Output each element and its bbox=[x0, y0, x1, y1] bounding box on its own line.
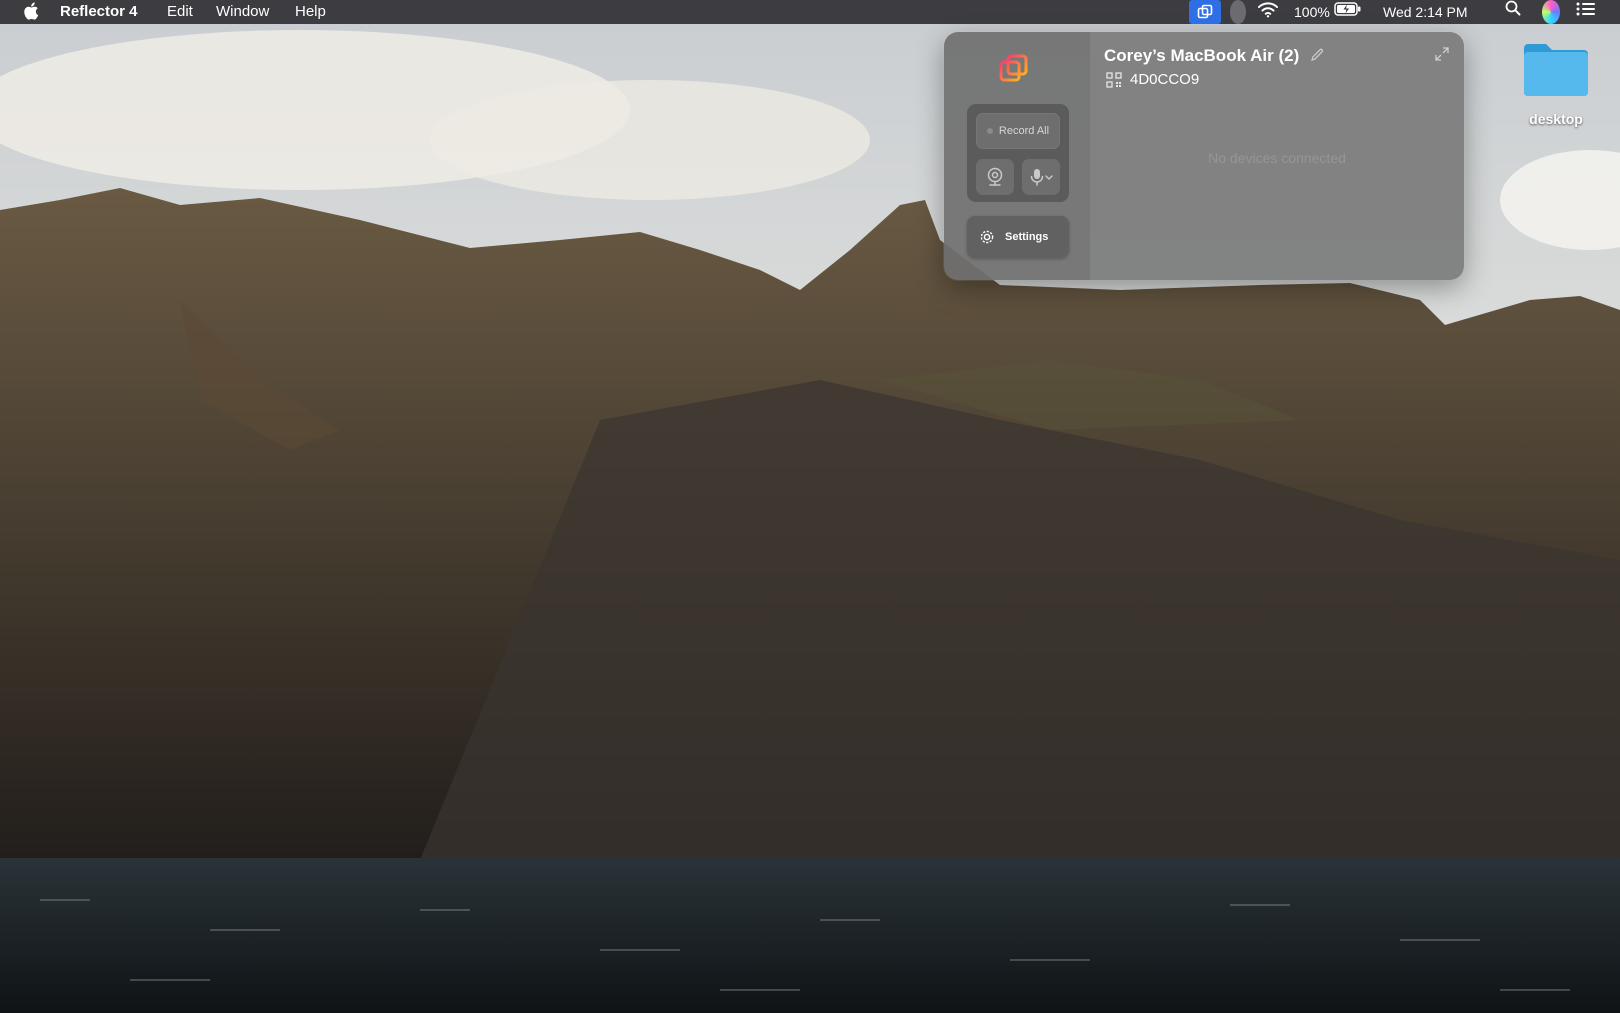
microphone-icon bbox=[1030, 169, 1053, 186]
siri-icon[interactable] bbox=[1542, 0, 1560, 24]
battery-percent: 100% bbox=[1294, 4, 1330, 20]
qr-code-icon[interactable] bbox=[1106, 72, 1122, 93]
menu-help[interactable]: Help bbox=[295, 0, 326, 24]
webcam-button[interactable] bbox=[976, 159, 1014, 195]
connection-code: 4D0CCO9 bbox=[1130, 71, 1200, 88]
device-name: Corey’s MacBook Air (2) bbox=[1104, 46, 1300, 65]
menu-edit[interactable]: Edit bbox=[167, 0, 193, 24]
pencil-edit-icon[interactable] bbox=[1310, 48, 1324, 67]
recording-controls: Record All bbox=[967, 104, 1069, 202]
microphone-button[interactable] bbox=[1022, 159, 1060, 195]
notification-dot-icon[interactable] bbox=[1230, 0, 1246, 24]
control-center-icon[interactable] bbox=[1576, 0, 1596, 24]
folder-icon bbox=[1524, 44, 1588, 96]
settings-button[interactable]: Settings bbox=[967, 216, 1069, 258]
empty-state-message: No devices connected bbox=[1208, 150, 1346, 166]
desktop-folder[interactable]: desktop bbox=[1508, 40, 1604, 127]
panel-main: Corey’s MacBook Air (2) 4D0CCO9 No devic… bbox=[1090, 32, 1464, 280]
settings-label: Settings bbox=[1005, 231, 1049, 243]
reflector-status-icon[interactable] bbox=[1189, 0, 1221, 24]
spotlight-search-icon[interactable] bbox=[1505, 0, 1521, 24]
menubar-clock[interactable]: Wed 2:14 PM bbox=[1383, 0, 1468, 24]
menu-window[interactable]: Window bbox=[216, 0, 269, 24]
reflector-logo-icon bbox=[999, 54, 1029, 89]
webcam-icon bbox=[987, 167, 1003, 186]
wifi-icon[interactable] bbox=[1257, 0, 1279, 24]
reflector-panel: Record All Settings Corey’s MacBook Air … bbox=[944, 32, 1464, 280]
menu-bar: Reflector 4 Edit Window Help 100% Wed 2:… bbox=[0, 0, 1620, 24]
gear-icon bbox=[980, 230, 994, 244]
panel-sidebar: Record All Settings bbox=[944, 32, 1090, 280]
record-all-label: Record All bbox=[998, 125, 1050, 137]
expand-icon[interactable] bbox=[1434, 46, 1450, 67]
record-all-button[interactable]: Record All bbox=[976, 113, 1060, 149]
battery-charging-icon[interactable] bbox=[1334, 0, 1362, 24]
apple-icon[interactable] bbox=[22, 0, 40, 24]
record-dot-icon bbox=[986, 128, 993, 134]
desktop-folder-label: desktop bbox=[1529, 111, 1583, 127]
app-name-menu[interactable]: Reflector 4 bbox=[60, 0, 138, 24]
